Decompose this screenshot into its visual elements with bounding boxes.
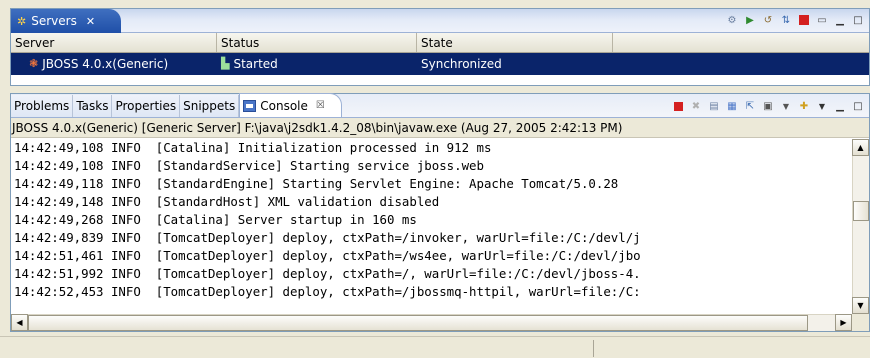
servers-table-header: Server Status State xyxy=(11,33,869,53)
column-header-status[interactable]: Status xyxy=(217,33,417,52)
start-server-icon[interactable]: ▶ xyxy=(743,13,757,27)
scroll-up-button[interactable]: ▲ xyxy=(852,139,869,156)
log-line: 14:42:51,992 INFO [TomcatDeployer] deplo… xyxy=(14,266,641,281)
scroll-lock-icon[interactable]: ▦ xyxy=(725,99,739,113)
servers-icon: ✲ xyxy=(17,14,27,28)
tab-console-label: Console xyxy=(260,98,308,113)
console-output[interactable]: 14:42:49,108 INFO [Catalina] Initializat… xyxy=(11,139,869,331)
stop-server-icon[interactable] xyxy=(797,13,811,27)
display-console-icon[interactable]: ▣ xyxy=(761,99,775,113)
console-toolbar: ✖ ▤ ▦ ⇱ ▣ ▼ ✚ ▼ ▁ □ xyxy=(671,99,865,113)
log-line: 14:42:52,453 INFO [TomcatDeployer] deplo… xyxy=(14,284,641,299)
row-filler xyxy=(613,53,869,75)
maximize-icon[interactable]: □ xyxy=(851,13,865,27)
started-icon: ▙ xyxy=(221,57,230,70)
console-description: JBOSS 4.0.x(Generic) [Generic Server] F:… xyxy=(11,118,869,138)
log-line: 14:42:49,148 INFO [StandardHost] XML val… xyxy=(14,194,440,209)
log-line: 14:42:49,839 INFO [TomcatDeployer] deplo… xyxy=(14,230,641,245)
horizontal-scroll-thumb[interactable] xyxy=(28,315,808,331)
log-line: 14:42:51,461 INFO [TomcatDeployer] deplo… xyxy=(14,248,641,263)
tab-problems[interactable]: Problems xyxy=(11,95,74,117)
status-bar xyxy=(0,336,870,358)
server-state: Synchronized xyxy=(421,57,502,71)
close-icon[interactable]: ✕ xyxy=(86,15,95,28)
servers-view: ✲ Servers ✕ ⚙ ▶ ↺ ⇅ ▭ ▁ □ Server Status … xyxy=(10,8,870,86)
open-console-icon[interactable]: ✚ xyxy=(797,99,811,113)
console-icon xyxy=(243,99,257,112)
tab-console[interactable]: Console ☒ xyxy=(239,93,342,117)
column-header-filler xyxy=(613,33,869,52)
pin-console-icon[interactable]: ⇱ xyxy=(743,99,757,113)
server-name: JBOSS 4.0.x(Generic) xyxy=(42,57,169,71)
view-menu-icon[interactable]: ▭ xyxy=(815,13,829,27)
scroll-down-button[interactable]: ▼ xyxy=(852,297,869,314)
debug-server-icon[interactable]: ⚙ xyxy=(725,13,739,27)
minimize-icon[interactable]: ▁ xyxy=(833,99,847,113)
jboss-server-icon: ❃ xyxy=(29,57,39,70)
column-header-state[interactable]: State xyxy=(417,33,613,52)
view-menu-icon[interactable]: ▼ xyxy=(815,99,829,113)
tab-snippets[interactable]: Snippets xyxy=(180,95,240,117)
terminate-icon[interactable] xyxy=(671,99,685,113)
tab-tasks[interactable]: Tasks xyxy=(73,95,113,117)
vertical-scrollbar[interactable]: ▲ ▼ xyxy=(852,139,869,314)
remove-launches-icon[interactable]: ✖ xyxy=(689,99,703,113)
bottom-view-tabbar: Problems Tasks Properties Snippets Conso… xyxy=(11,93,869,118)
close-icon[interactable]: ☒ xyxy=(316,95,325,117)
scroll-right-button[interactable]: ▶ xyxy=(835,314,852,331)
vertical-scroll-thumb[interactable] xyxy=(853,201,869,221)
log-line: 14:42:49,108 INFO [StandardService] Star… xyxy=(14,158,484,173)
log-line: 14:42:49,108 INFO [Catalina] Initializat… xyxy=(14,140,492,155)
server-cell: ❃ JBOSS 4.0.x(Generic) xyxy=(11,53,217,75)
servers-tab[interactable]: ✲ Servers ✕ xyxy=(11,9,121,33)
publish-icon[interactable]: ⇅ xyxy=(779,13,793,27)
servers-view-titlebar: ✲ Servers ✕ ⚙ ▶ ↺ ⇅ ▭ ▁ □ xyxy=(11,9,869,33)
minimize-icon[interactable]: ▁ xyxy=(833,13,847,27)
server-status: Started xyxy=(233,57,278,71)
clear-console-icon[interactable]: ▤ xyxy=(707,99,721,113)
log-line: 14:42:49,118 INFO [StandardEngine] Start… xyxy=(14,176,619,191)
column-header-server[interactable]: Server xyxy=(11,33,217,52)
state-cell: Synchronized xyxy=(417,53,613,75)
table-row[interactable]: ❃ JBOSS 4.0.x(Generic) ▙ Started Synchro… xyxy=(11,53,869,75)
servers-tab-title: Servers xyxy=(31,14,77,28)
scroll-left-button[interactable]: ◀ xyxy=(11,314,28,331)
status-bar-divider xyxy=(593,340,594,357)
log-line: 14:42:49,268 INFO [Catalina] Server star… xyxy=(14,212,417,227)
profile-server-icon[interactable]: ↺ xyxy=(761,13,775,27)
scrollbar-corner xyxy=(852,314,869,331)
tab-properties[interactable]: Properties xyxy=(112,95,181,117)
maximize-icon[interactable]: □ xyxy=(851,99,865,113)
horizontal-scrollbar[interactable]: ◀ ▶ xyxy=(11,314,852,331)
chevron-down-icon[interactable]: ▼ xyxy=(779,99,793,113)
servers-toolbar: ⚙ ▶ ↺ ⇅ ▭ ▁ □ xyxy=(725,13,865,27)
status-cell: ▙ Started xyxy=(217,53,417,75)
log-lines: 14:42:49,108 INFO [Catalina] Initializat… xyxy=(14,139,852,314)
console-view: Problems Tasks Properties Snippets Conso… xyxy=(10,93,870,332)
